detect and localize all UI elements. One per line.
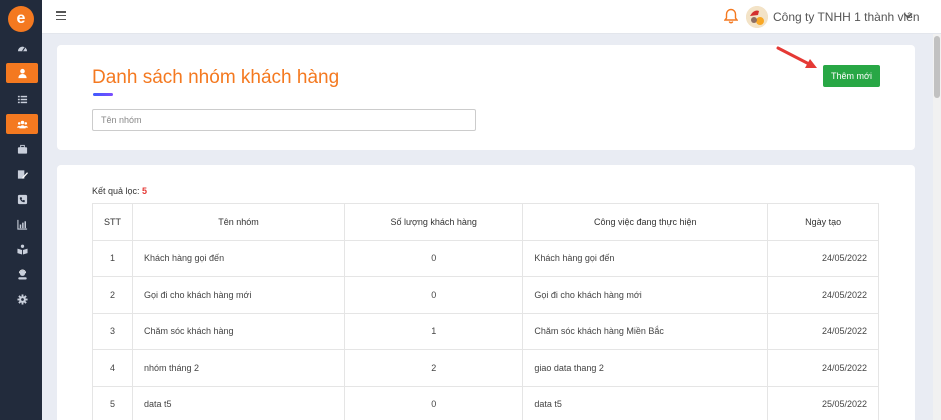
table-row[interactable]: 5 data t5 0 data t5 25/05/2022 [92,385,879,420]
scrollbar-thumb[interactable] [934,36,940,98]
sidebar-item-profile[interactable] [6,63,38,83]
sidebar: e [0,0,42,420]
pointer-arrow-icon [776,46,817,68]
cell-group-name[interactable]: data t5 [131,385,346,420]
cell-stt: 4 [92,349,133,387]
menu-toggle-icon[interactable] [56,11,66,21]
top-bar: Công ty TNHH 1 thành viên [42,0,941,34]
avatar[interactable] [746,6,768,28]
phone-icon [17,194,27,204]
app-logo[interactable]: e [8,6,34,32]
page-title: Danh sách nhóm khách hàng [92,67,340,88]
column-header-count[interactable]: Số lượng khách hàng [344,203,524,241]
sidebar-item-work[interactable] [6,139,38,159]
column-header-date[interactable]: Ngày tạo [767,203,879,241]
table-row[interactable]: 3 Chăm sóc khách hàng 1 Chăm sóc khách h… [92,312,879,350]
cell-created-date: 24/05/2022 [767,349,879,387]
result-label: Kết quả lọc: [92,186,140,196]
edit-icon [17,169,28,179]
briefcase-icon [17,144,27,154]
cell-created-date: 24/05/2022 [767,239,879,277]
cell-group-name[interactable]: Chăm sóc khách hàng [131,312,346,350]
customer-groups-table: STT Tên nhóm Số lượng khách hàng Công vi… [92,203,879,420]
list-icon [17,95,27,103]
sidebar-item-customer-groups[interactable] [6,114,38,134]
cell-group-name[interactable]: nhóm tháng 2 [131,349,346,387]
chart-icon [16,219,27,230]
cell-current-task: Chăm sóc khách hàng Miền Bắc [522,312,769,350]
cell-stt: 3 [92,312,133,350]
column-header-name[interactable]: Tên nhóm [131,203,346,241]
sidebar-item-calls[interactable] [6,189,38,209]
table-row[interactable]: 2 Gọi đi cho khách hàng mới 0 Gọi đi cho… [92,276,879,314]
cell-current-task: giao data thang 2 [522,349,769,387]
company-name[interactable]: Công ty TNHH 1 thành viên [773,10,920,24]
cell-customer-count: 0 [344,385,524,420]
users-icon [16,120,28,128]
results-card: Kết quả lọc: 5 STT Tên nhóm Số lượng khá… [57,165,915,420]
gear-icon [16,293,28,305]
book-icon [16,244,28,255]
column-header-stt[interactable]: STT [92,203,133,241]
user-icon [17,68,27,78]
table-header-row: STT Tên nhóm Số lượng khách hàng Công vi… [92,203,879,241]
sidebar-item-reports[interactable] [6,214,38,234]
cell-stt: 1 [92,239,133,277]
logo-letter: e [16,10,26,27]
cell-customer-count: 1 [344,312,524,350]
cell-group-name[interactable]: Gọi đi cho khách hàng mới [131,276,346,314]
result-summary: Kết quả lọc: 5 [92,186,147,196]
cell-created-date: 25/05/2022 [767,385,879,420]
sidebar-item-agents[interactable] [6,264,38,284]
table-row[interactable]: 1 Khách hàng gọi đến 0 Khách hàng gọi đế… [92,239,879,277]
chevron-down-icon[interactable] [903,12,913,20]
add-new-button[interactable]: Thêm mới [823,65,880,87]
cell-customer-count: 0 [344,239,524,277]
sidebar-item-settings[interactable] [6,289,38,309]
column-header-task[interactable]: Công việc đang thực hiện [522,203,769,241]
cell-customer-count: 2 [344,349,524,387]
cell-created-date: 24/05/2022 [767,276,879,314]
title-underline [93,93,113,96]
sidebar-item-list[interactable] [6,89,38,109]
group-name-search-input[interactable] [92,109,476,131]
cell-stt: 2 [92,276,133,314]
bell-icon[interactable] [724,8,738,24]
table-row[interactable]: 4 nhóm tháng 2 2 giao data thang 2 24/05… [92,349,879,387]
cell-stt: 5 [92,385,133,420]
sidebar-item-dashboard[interactable] [6,38,38,58]
cell-current-task: Gọi đi cho khách hàng mới [522,276,769,314]
filter-card: Danh sách nhóm khách hàng Thêm mới [57,45,915,150]
cell-group-name[interactable]: Khách hàng gọi đến [131,239,346,277]
dashboard-icon [17,46,27,52]
agent-icon [17,269,27,280]
cell-customer-count: 0 [344,276,524,314]
cell-current-task: Khách hàng gọi đến [522,239,769,277]
sidebar-item-edit[interactable] [6,164,38,184]
result-count: 5 [142,186,148,196]
sidebar-item-docs[interactable] [6,239,38,259]
cell-current-task: data t5 [522,385,769,420]
cell-created-date: 24/05/2022 [767,312,879,350]
